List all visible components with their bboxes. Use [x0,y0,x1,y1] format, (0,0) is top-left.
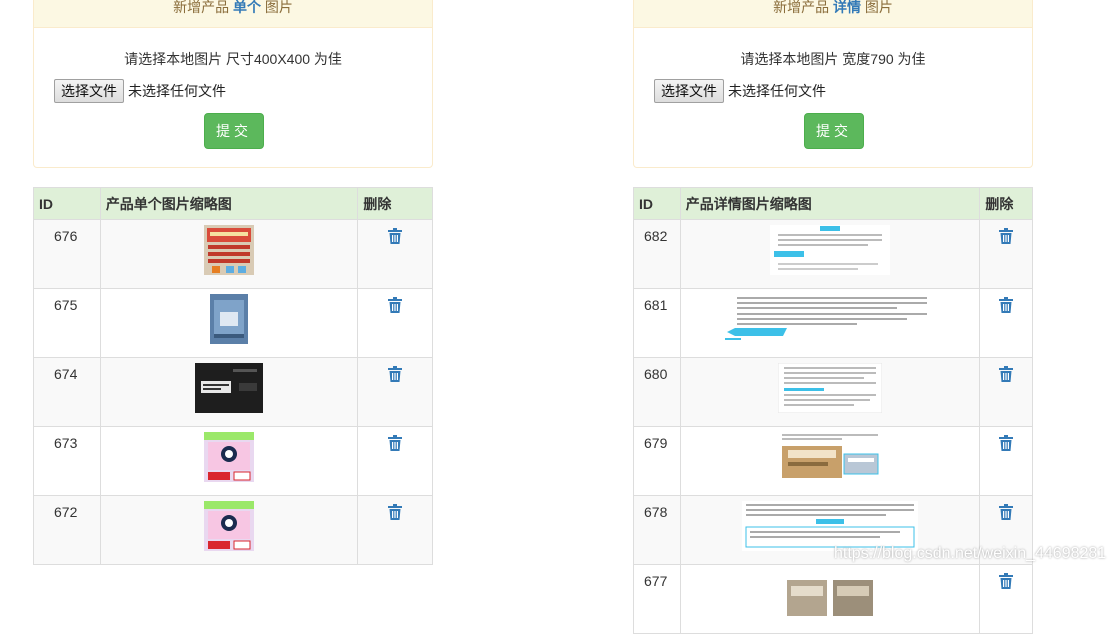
row-id: 675 [33,288,101,358]
table-row: 675 [33,288,433,358]
row-id: 672 [33,495,101,565]
delete-cell [357,288,433,358]
thumbnail-cell [679,426,981,496]
panel-title-suffix: 图片 [264,0,293,15]
upload-hint: 请选择本地图片 宽度790 为佳 [740,51,926,67]
delete-cell [357,495,433,565]
choose-file-button[interactable]: 选择文件 [54,79,124,103]
panel-title-highlight: 单个 [233,0,261,15]
panel-title: 新增产品 详情 图片 [634,0,1032,28]
thumbnail-cell [99,426,359,496]
trash-icon[interactable] [999,435,1014,451]
table-row: 672 [33,495,433,565]
thumbnail-cell [99,495,359,565]
table-row: 682 [633,219,1033,289]
delete-cell [979,357,1033,427]
column-header-delete: 删除 [979,187,1033,220]
thumbnail-cell [99,288,359,358]
product-thumbnail [204,501,255,551]
detail-image-upload-panel: 新增产品 详情 图片 请选择本地图片 宽度790 为佳 选择文件 未选择任何文件… [633,0,1033,168]
table-row: 681 [633,288,1033,358]
file-input[interactable]: 选择文件 未选择任何文件 [654,79,826,103]
thumbnail-cell [679,219,981,289]
column-header-delete: 删除 [357,187,433,220]
detail-thumbnail [778,363,883,413]
row-id: 673 [33,426,101,496]
table-row: 673 [33,426,433,496]
panel-title-suffix: 图片 [864,0,893,15]
product-thumbnail [204,225,255,275]
product-thumbnail [204,432,255,482]
file-status: 未选择任何文件 [128,83,226,99]
row-id: 676 [33,219,101,289]
table-row: 680 [633,357,1033,427]
column-header-thumbnail: 产品单个图片缩略图 [99,187,359,220]
trash-icon[interactable] [388,504,403,520]
delete-cell [357,219,433,289]
trash-icon[interactable] [999,366,1014,382]
trash-icon[interactable] [388,228,403,244]
column-header-thumbnail: 产品详情图片缩略图 [679,187,981,220]
product-thumbnail [195,363,264,413]
file-status: 未选择任何文件 [728,83,826,99]
delete-cell [979,288,1033,358]
row-id: 681 [633,288,681,358]
thumbnail-cell [679,564,981,634]
choose-file-button[interactable]: 选择文件 [654,79,724,103]
table-row: 679 [633,426,1033,496]
trash-icon[interactable] [388,435,403,451]
delete-cell [979,426,1033,496]
delete-cell [357,426,433,496]
detail-thumbnail [785,570,876,620]
column-header-id: ID [633,187,681,220]
detail-thumbnail [778,432,883,482]
table-row: 677 [633,564,1033,634]
single-image-upload-panel: 新增产品 单个 图片 请选择本地图片 尺寸400X400 为佳 选择文件 未选择… [33,0,433,168]
delete-cell [979,564,1033,634]
upload-hint: 请选择本地图片 尺寸400X400 为佳 [124,51,342,67]
panel-title-prefix: 新增产品 [773,0,830,15]
detail-thumbnail [725,294,936,344]
submit-button[interactable]: 提交 [204,113,264,149]
row-id: 677 [633,564,681,634]
table-row: 674 [33,357,433,427]
detail-thumbnail [742,501,919,551]
row-id: 679 [633,426,681,496]
delete-cell [357,357,433,427]
row-id: 680 [633,357,681,427]
detail-image-table: ID 产品详情图片缩略图 删除 682 681 680 679 678 677 [633,187,1033,634]
trash-icon[interactable] [388,366,403,382]
detail-thumbnail [770,225,891,275]
column-header-id: ID [33,187,101,220]
row-id: 682 [633,219,681,289]
trash-icon[interactable] [999,504,1014,520]
product-thumbnail [210,294,249,344]
trash-icon[interactable] [999,573,1014,589]
row-id: 678 [633,495,681,565]
table-row: 676 [33,219,433,289]
row-id: 674 [33,357,101,427]
panel-title-highlight: 详情 [833,0,861,15]
trash-icon[interactable] [999,228,1014,244]
thumbnail-cell [99,357,359,427]
watermark: https://blog.csdn.net/weixin_44698281 [834,545,1107,562]
file-input[interactable]: 选择文件 未选择任何文件 [54,79,226,103]
trash-icon[interactable] [388,297,403,313]
panel-title: 新增产品 单个 图片 [34,0,432,28]
trash-icon[interactable] [999,297,1014,313]
submit-button[interactable]: 提交 [804,113,864,149]
thumbnail-cell [679,357,981,427]
panel-title-prefix: 新增产品 [173,0,230,15]
single-image-table: ID 产品单个图片缩略图 删除 676 675 674 673 672 [33,187,433,565]
thumbnail-cell [99,219,359,289]
thumbnail-cell [679,288,981,358]
delete-cell [979,219,1033,289]
